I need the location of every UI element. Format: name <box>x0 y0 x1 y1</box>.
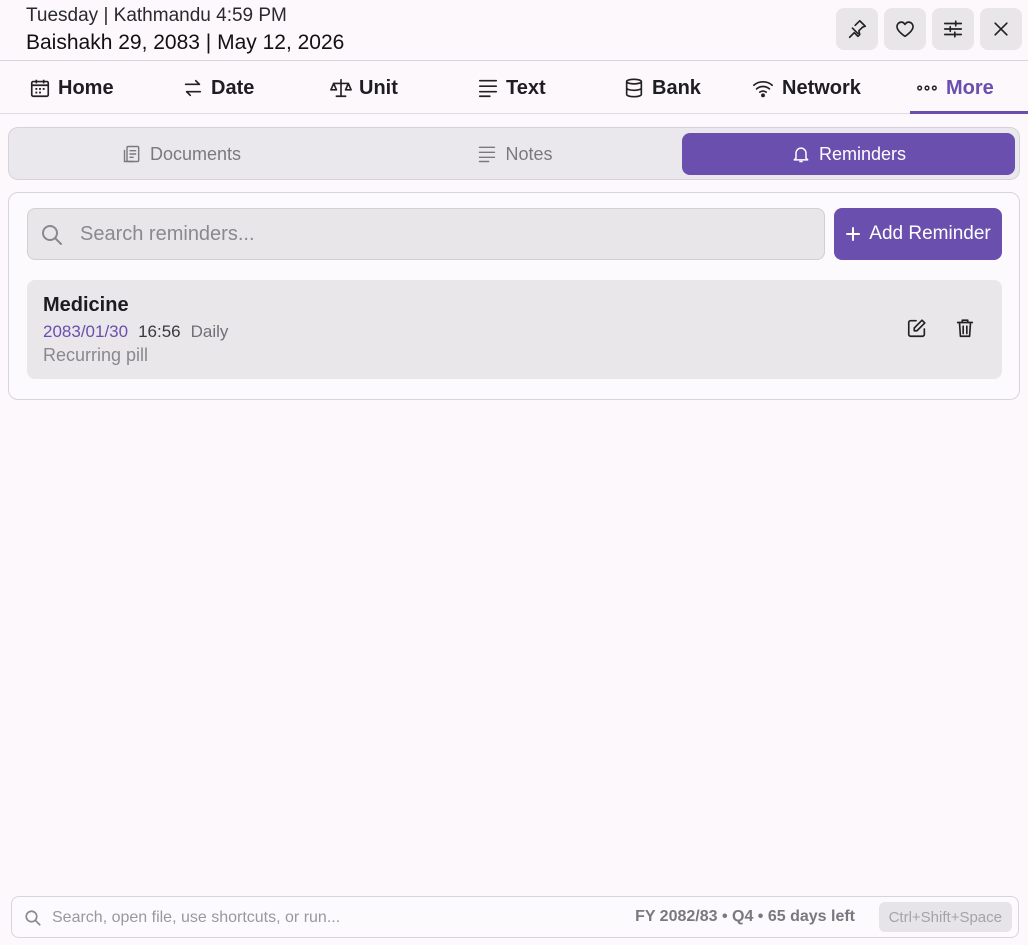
reminder-search-box <box>27 208 825 260</box>
reminder-time: 16:56 <box>138 322 181 341</box>
wifi-icon <box>753 80 773 98</box>
reminder-item[interactable]: Medicine 2083/01/30 16:56 Daily Recurring … <box>27 280 1002 379</box>
nav-date-label: Date <box>211 76 255 99</box>
reminder-description: Recurring pill <box>43 345 149 365</box>
nav-text[interactable]: Text <box>477 62 546 114</box>
favorite-button[interactable] <box>884 8 926 50</box>
header-day-time: Tuesday | Kathmandu 4:59 PM <box>26 5 287 26</box>
nav-network-label: Network <box>782 76 861 99</box>
main-nav: Home Date Unit Text Bank Network More <box>0 62 1028 114</box>
calendar-icon <box>30 79 50 98</box>
close-button[interactable] <box>980 8 1022 50</box>
plus-icon <box>846 227 861 241</box>
add-reminder-button[interactable]: Add Reminder <box>834 208 1002 260</box>
nav-home-label: Home <box>58 76 114 99</box>
command-bar: FY 2082/83 • Q4 • 65 days left Ctrl+Shif… <box>11 896 1019 938</box>
text-lines-icon <box>478 79 498 98</box>
nav-active-indicator <box>910 111 1028 114</box>
fiscal-year-info: FY 2082/83 • Q4 • 65 days left <box>635 908 855 925</box>
reminder-search-input[interactable] <box>80 217 810 251</box>
pin-icon <box>848 19 867 39</box>
nav-text-label: Text <box>506 76 546 99</box>
delete-reminder-button[interactable] <box>954 317 976 339</box>
tab-reminders[interactable]: Reminders <box>682 133 1015 175</box>
trash-icon <box>956 319 974 338</box>
shortcut-hint: Ctrl+Shift+Space <box>878 902 1012 932</box>
bell-icon <box>793 147 809 163</box>
more-dots-icon <box>917 85 937 91</box>
tab-documents[interactable]: Documents <box>15 133 348 175</box>
document-icon <box>123 145 140 163</box>
reminder-title: Medicine <box>43 294 129 316</box>
nav-home[interactable]: Home <box>29 62 114 114</box>
tab-notes-label: Notes <box>505 143 553 164</box>
nav-more-label: More <box>946 76 994 99</box>
title-bar: Tuesday | Kathmandu 4:59 PM Baishakh 29,… <box>0 0 1028 61</box>
nav-more[interactable]: More <box>915 62 994 114</box>
search-icon <box>42 225 62 245</box>
tab-reminders-label: Reminders <box>818 143 907 164</box>
edit-icon <box>907 319 926 338</box>
nav-unit[interactable]: Unit <box>330 62 398 114</box>
pin-button[interactable] <box>836 8 878 50</box>
edit-reminder-button[interactable] <box>906 317 928 339</box>
search-icon <box>25 910 41 926</box>
swap-arrows-icon <box>184 79 202 97</box>
reminders-panel: Add Reminder Medicine 2083/01/30 16:56 Dai… <box>8 192 1020 400</box>
header-actions <box>836 8 1022 50</box>
close-icon <box>994 22 1008 36</box>
nav-date[interactable]: Date <box>182 62 254 114</box>
notes-icon <box>479 146 496 163</box>
scale-icon <box>330 78 352 98</box>
nav-network[interactable]: Network <box>751 62 861 114</box>
reminder-frequency: Daily <box>190 322 229 341</box>
heart-icon <box>896 21 914 38</box>
database-icon <box>625 78 643 98</box>
nav-bank[interactable]: Bank <box>623 62 701 114</box>
header-date: Baishakh 29, 2083 | May 12, 2026 <box>26 31 345 54</box>
subtab-bar: Documents Notes Reminders <box>8 127 1020 180</box>
tab-documents-label: Documents <box>149 143 242 164</box>
settings-button[interactable] <box>932 8 974 50</box>
nav-bank-label: Bank <box>652 76 701 99</box>
sliders-icon <box>943 20 963 38</box>
command-search-input[interactable] <box>52 905 572 931</box>
reminder-date: 2083/01/30 <box>43 322 129 341</box>
nav-unit-label: Unit <box>359 76 398 99</box>
tab-notes[interactable]: Notes <box>348 133 682 175</box>
add-reminder-label: Add Reminder <box>869 223 991 244</box>
reminder-meta: 2083/01/30 16:56 Daily <box>43 322 228 342</box>
